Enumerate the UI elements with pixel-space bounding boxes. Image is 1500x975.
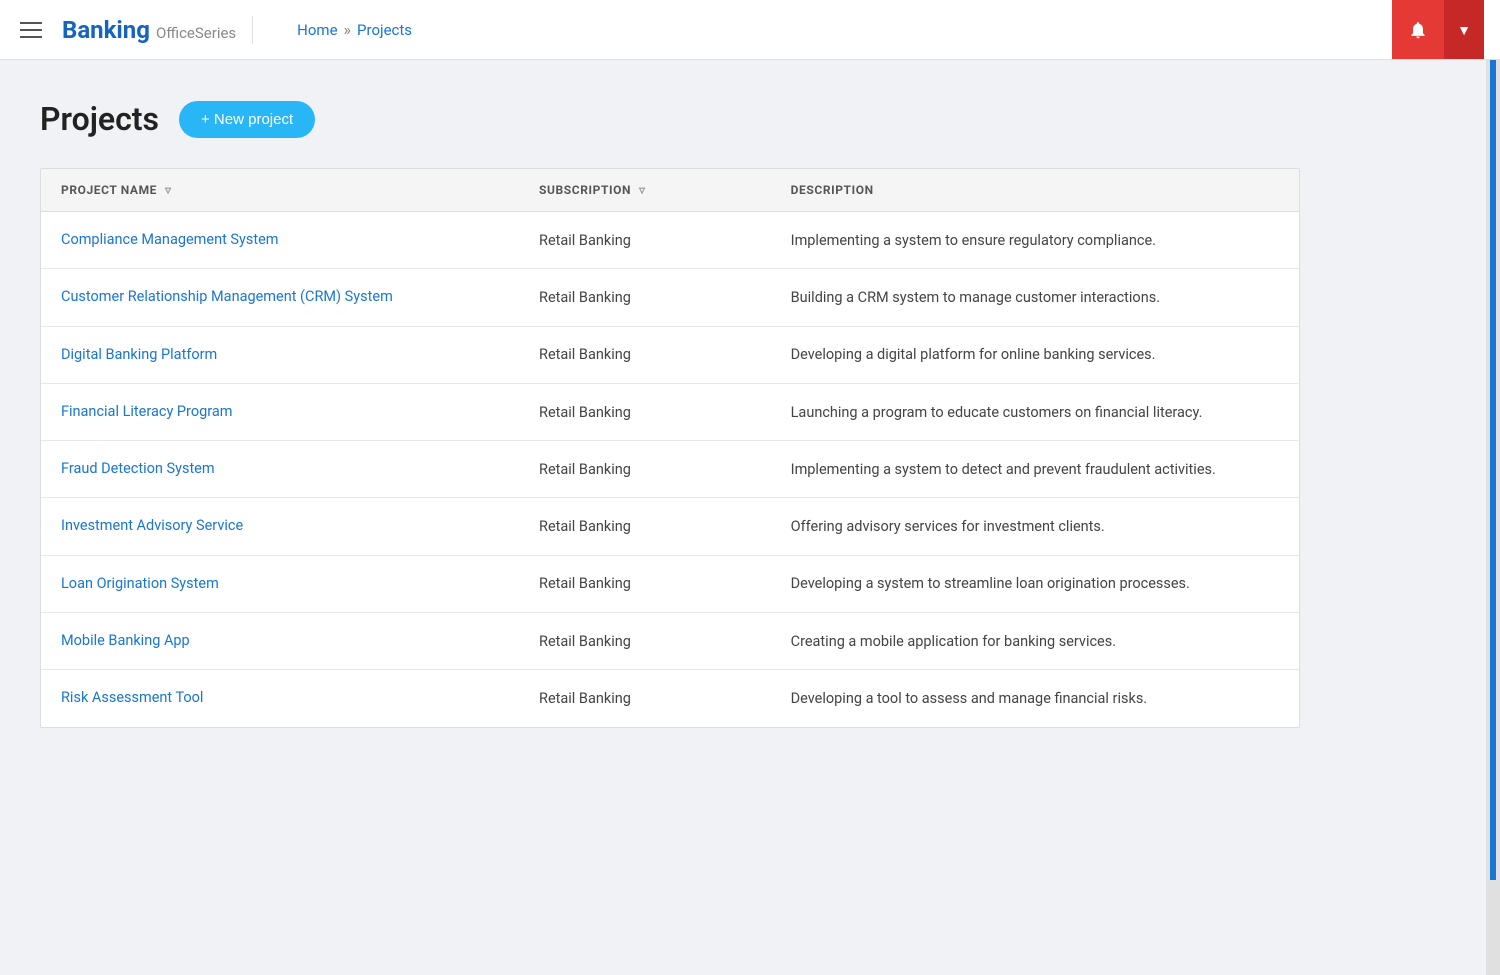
- filter-icon-name[interactable]: ▿: [165, 183, 172, 197]
- scrollbar-thumb[interactable]: [1490, 60, 1496, 880]
- breadcrumb-separator: »: [344, 20, 352, 39]
- projects-table: PROJECT NAME ▿ SUBSCRIPTION ▿ DESCRIPTIO…: [41, 169, 1299, 727]
- header-actions: ▼: [1392, 0, 1484, 59]
- table-row: Mobile Banking App Retail BankingCreating…: [41, 613, 1299, 670]
- table-row: Customer Relationship Management (CRM) S…: [41, 269, 1299, 326]
- breadcrumb-current[interactable]: Projects: [357, 21, 412, 39]
- brand-officeseries: OfficeSeries: [156, 24, 236, 42]
- table-row: Loan Origination System Retail BankingDev…: [41, 555, 1299, 612]
- projects-table-container: PROJECT NAME ▿ SUBSCRIPTION ▿ DESCRIPTIO…: [40, 168, 1300, 728]
- bell-icon: [1408, 20, 1428, 40]
- brand-area: Banking OfficeSeries: [62, 16, 253, 44]
- filter-icon-subscription[interactable]: ▿: [639, 183, 646, 197]
- project-name-cell: Mobile Banking App: [41, 613, 519, 670]
- app-header: Banking OfficeSeries Home » Projects ▼: [0, 0, 1500, 60]
- project-link[interactable]: Loan Origination System: [61, 575, 219, 592]
- description-cell: Offering advisory services for investmen…: [771, 498, 1299, 555]
- table-row: Investment Advisory Service Retail Bankin…: [41, 498, 1299, 555]
- description-cell: Launching a program to educate customers…: [771, 383, 1299, 440]
- subscription-cell: Retail Banking: [519, 383, 771, 440]
- new-project-button[interactable]: + New project: [179, 101, 315, 138]
- table-row: Digital Banking Platform Retail BankingDe…: [41, 326, 1299, 383]
- table-row: Fraud Detection System Retail BankingImpl…: [41, 441, 1299, 498]
- page-title: Projects: [40, 100, 159, 138]
- table-row: Compliance Management System Retail Banki…: [41, 212, 1299, 269]
- notification-bell-button[interactable]: [1392, 0, 1444, 59]
- description-cell: Creating a mobile application for bankin…: [771, 613, 1299, 670]
- subscription-cell: Retail Banking: [519, 441, 771, 498]
- breadcrumb: Home » Projects: [277, 20, 1392, 39]
- table-body: Compliance Management System Retail Banki…: [41, 212, 1299, 727]
- project-name-cell: Digital Banking Platform: [41, 326, 519, 383]
- project-link[interactable]: Investment Advisory Service: [61, 517, 243, 534]
- menu-icon[interactable]: [16, 18, 46, 42]
- description-cell: Implementing a system to ensure regulato…: [771, 212, 1299, 269]
- main-content: Projects + New project PROJECT NAME ▿ SU…: [0, 60, 1340, 768]
- description-cell: Developing a system to streamline loan o…: [771, 555, 1299, 612]
- project-name-cell: Risk Assessment Tool: [41, 670, 519, 727]
- project-name-cell: Compliance Management System: [41, 212, 519, 269]
- table-header: PROJECT NAME ▿ SUBSCRIPTION ▿ DESCRIPTIO…: [41, 169, 1299, 212]
- description-cell: Building a CRM system to manage customer…: [771, 269, 1299, 326]
- project-name-cell: Investment Advisory Service: [41, 498, 519, 555]
- project-name-cell: Loan Origination System: [41, 555, 519, 612]
- description-cell: Developing a digital platform for online…: [771, 326, 1299, 383]
- page-header: Projects + New project: [40, 100, 1300, 138]
- subscription-cell: Retail Banking: [519, 269, 771, 326]
- project-link[interactable]: Financial Literacy Program: [61, 403, 232, 420]
- subscription-cell: Retail Banking: [519, 555, 771, 612]
- brand-banking: Banking: [62, 16, 150, 44]
- subscription-cell: Retail Banking: [519, 670, 771, 727]
- column-header-name: PROJECT NAME ▿: [41, 169, 519, 212]
- project-link[interactable]: Digital Banking Platform: [61, 346, 217, 363]
- scrollbar-track[interactable]: [1486, 60, 1500, 975]
- subscription-cell: Retail Banking: [519, 613, 771, 670]
- header-dropdown-button[interactable]: ▼: [1444, 0, 1484, 59]
- subscription-cell: Retail Banking: [519, 326, 771, 383]
- description-cell: Developing a tool to assess and manage f…: [771, 670, 1299, 727]
- column-header-subscription: SUBSCRIPTION ▿: [519, 169, 771, 212]
- description-cell: Implementing a system to detect and prev…: [771, 441, 1299, 498]
- breadcrumb-home[interactable]: Home: [297, 21, 337, 39]
- chevron-down-icon: ▼: [1457, 22, 1471, 38]
- project-name-cell: Fraud Detection System: [41, 441, 519, 498]
- subscription-cell: Retail Banking: [519, 498, 771, 555]
- table-row: Financial Literacy Program Retail Banking…: [41, 383, 1299, 440]
- table-row: Risk Assessment Tool Retail BankingDevelo…: [41, 670, 1299, 727]
- project-name-cell: Customer Relationship Management (CRM) S…: [41, 269, 519, 326]
- project-link[interactable]: Compliance Management System: [61, 231, 279, 248]
- column-header-description: DESCRIPTION: [771, 169, 1299, 212]
- project-link[interactable]: Risk Assessment Tool: [61, 689, 203, 706]
- project-name-cell: Financial Literacy Program: [41, 383, 519, 440]
- subscription-cell: Retail Banking: [519, 212, 771, 269]
- project-link[interactable]: Fraud Detection System: [61, 460, 215, 477]
- project-link[interactable]: Mobile Banking App: [61, 632, 190, 649]
- project-link[interactable]: Customer Relationship Management (CRM) S…: [61, 288, 393, 305]
